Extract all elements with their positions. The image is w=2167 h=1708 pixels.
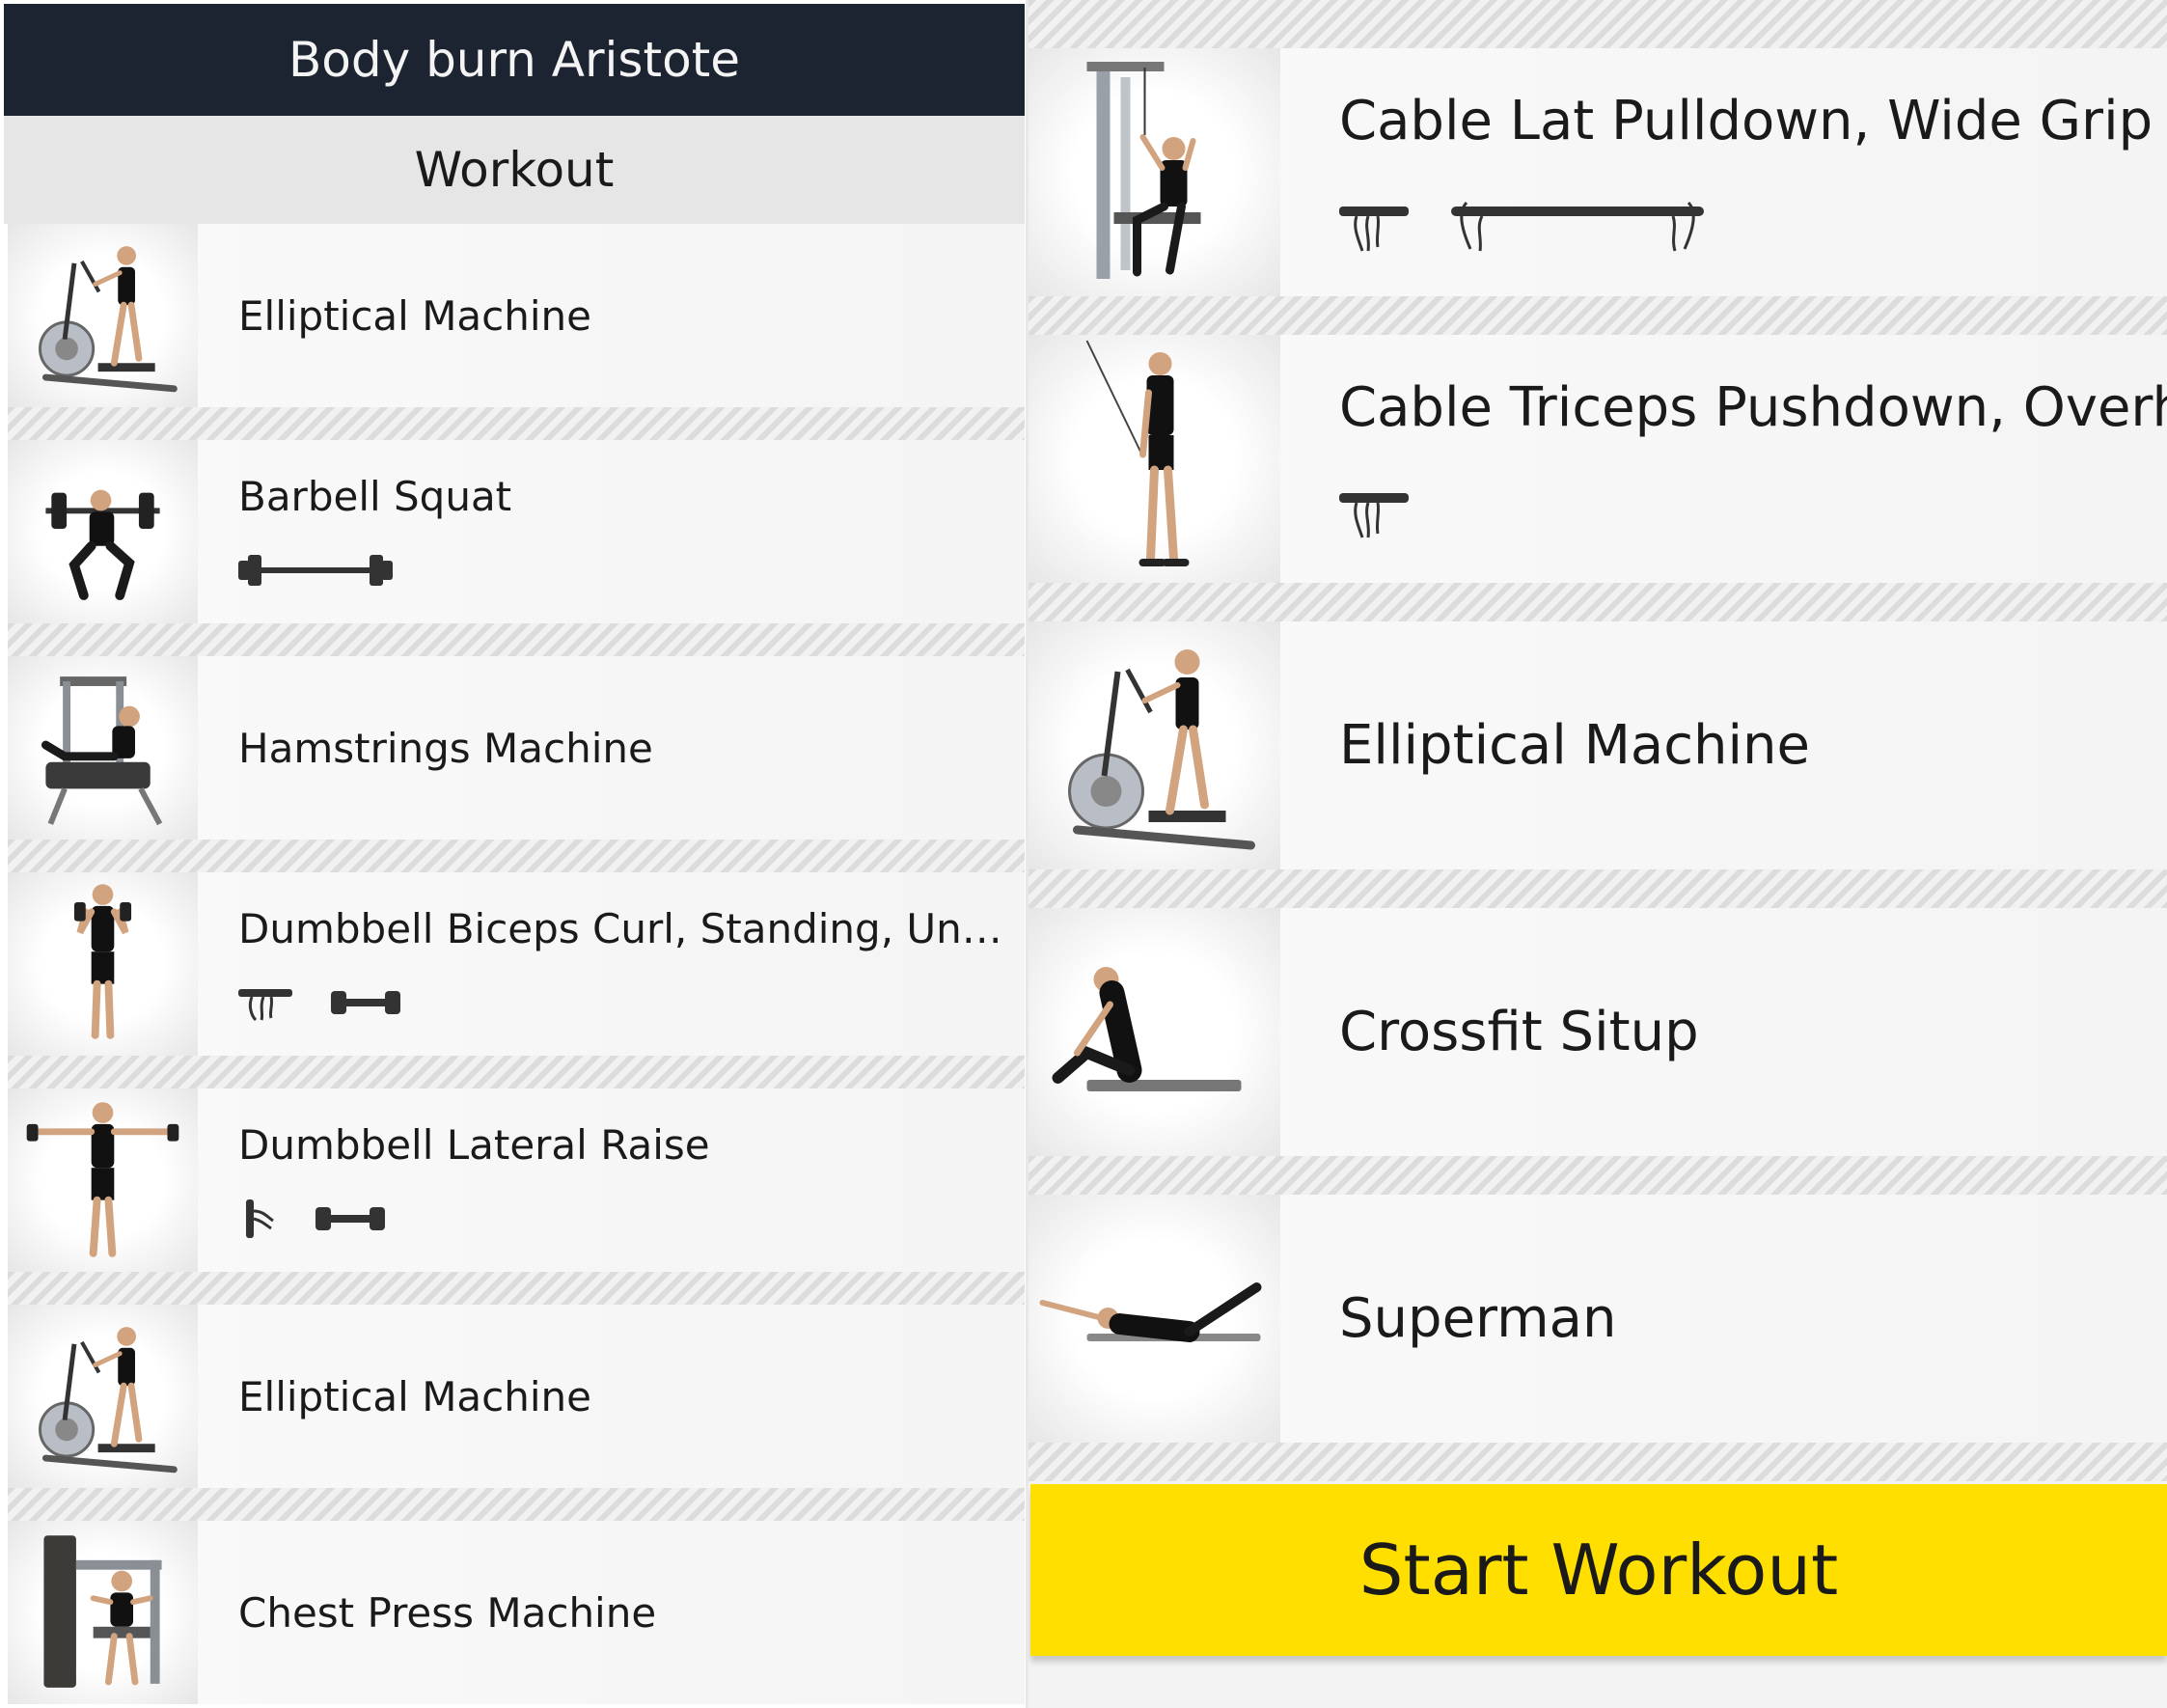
exercise-row[interactable]: Superman xyxy=(1029,1195,2167,1443)
exercise-name: Barbell Squat xyxy=(238,472,512,520)
elliptical-machine-thumbnail xyxy=(1029,621,1280,869)
exercise-row[interactable]: Elliptical Machine xyxy=(1029,621,2167,869)
exercise-name: Cable Lat Pulldown, Wide Grip xyxy=(1339,90,2153,152)
equipment-icons xyxy=(238,1198,1025,1242)
elliptical-machine-thumbnail xyxy=(8,224,198,407)
row-separator xyxy=(1029,869,2167,908)
dumbbell-lateral-raise-thumbnail xyxy=(8,1088,198,1272)
exercise-name: Crossfit Situp xyxy=(1339,1001,1699,1063)
exercise-name: Chest Press Machine xyxy=(238,1588,657,1637)
start-area: Start Workout xyxy=(1029,1484,2167,1708)
row-separator xyxy=(8,623,1025,656)
exercise-row[interactable]: Cable Lat Pulldown, Wide Grip xyxy=(1029,48,2167,296)
row-separator xyxy=(1029,0,2167,48)
exercise-list: Cable Lat Pulldown, Wide Grip Cable Tric… xyxy=(1029,0,2167,1481)
row-separator xyxy=(8,1272,1025,1305)
exercise-name: Dumbbell Biceps Curl, Standing, Under… xyxy=(238,904,1025,952)
exercise-row[interactable]: Elliptical Machine xyxy=(8,224,1025,407)
row-separator xyxy=(1029,296,2167,335)
hamstrings-machine-thumbnail xyxy=(8,656,198,840)
barbell-icon xyxy=(238,551,393,593)
row-separator xyxy=(1029,1156,2167,1195)
row-separator xyxy=(8,840,1025,872)
superman-thumbnail xyxy=(1029,1195,1280,1443)
cable-triceps-pushdown-thumbnail xyxy=(1029,335,1280,583)
exercise-name: Hamstrings Machine xyxy=(238,724,653,772)
elliptical-machine-thumbnail xyxy=(8,1305,198,1488)
equipment-icons xyxy=(238,985,1025,1024)
cable-lat-pulldown-thumbnail xyxy=(1029,48,1280,296)
exercise-row[interactable]: Dumbbell Lateral Raise xyxy=(8,1088,1025,1272)
exercise-name: Dumbbell Lateral Raise xyxy=(238,1120,710,1169)
wide-bar-icon xyxy=(1447,199,1708,257)
exercise-row[interactable]: Crossfit Situp xyxy=(1029,908,2167,1156)
exercise-row[interactable]: Chest Press Machine xyxy=(8,1521,1025,1704)
dumbbell-icon xyxy=(331,983,400,1026)
exercise-row[interactable]: Cable Triceps Pushdown, Overha xyxy=(1029,335,2167,583)
exercise-row[interactable]: Dumbbell Biceps Curl, Standing, Under… xyxy=(8,872,1025,1056)
exercise-name: Elliptical Machine xyxy=(238,1372,592,1420)
exercise-row[interactable]: Elliptical Machine xyxy=(8,1305,1025,1488)
row-separator xyxy=(8,1056,1025,1088)
row-separator xyxy=(1029,1443,2167,1481)
exercise-name: Elliptical Machine xyxy=(1339,714,1811,777)
exercise-name: Elliptical Machine xyxy=(238,291,592,340)
start-workout-label: Start Workout xyxy=(1358,1529,1839,1611)
handle-grip-icon xyxy=(1339,485,1409,543)
row-separator xyxy=(8,1488,1025,1521)
exercise-row[interactable]: Hamstrings Machine xyxy=(8,656,1025,840)
row-separator xyxy=(8,407,1025,440)
workout-title: Body burn Aristote xyxy=(288,32,741,88)
exercise-row[interactable]: Barbell Squat xyxy=(8,440,1025,623)
equipment-icons xyxy=(1339,201,2167,255)
dumbbell-icon xyxy=(315,1199,385,1242)
equipment-icons xyxy=(238,553,1025,592)
exercise-name: Superman xyxy=(1339,1287,1617,1350)
workout-overview-panel: Body burn Aristote Workout Elliptical Ma… xyxy=(0,0,1027,1708)
handle-grip-icon xyxy=(1339,199,1409,257)
dumbbell-biceps-curl-thumbnail xyxy=(8,872,198,1056)
section-header: Workout xyxy=(4,116,1025,224)
underhand-grip-icon xyxy=(238,983,292,1026)
equipment-icons xyxy=(1339,487,2167,541)
row-separator xyxy=(1029,583,2167,621)
exercise-name: Cable Triceps Pushdown, Overha xyxy=(1339,376,2167,439)
start-workout-button[interactable]: Start Workout xyxy=(1030,1484,2167,1656)
neutral-grip-icon xyxy=(238,1198,277,1242)
app-header: Body burn Aristote xyxy=(4,4,1025,116)
chest-press-machine-thumbnail xyxy=(8,1521,198,1704)
section-title: Workout xyxy=(414,142,615,198)
exercise-list: Elliptical Machine Barbell Squat Hamstri… xyxy=(8,224,1025,1704)
barbell-squat-thumbnail xyxy=(8,440,198,623)
crossfit-situp-thumbnail xyxy=(1029,908,1280,1156)
workout-list-panel[interactable]: Cable Lat Pulldown, Wide Grip Cable Tric… xyxy=(1029,0,2167,1708)
